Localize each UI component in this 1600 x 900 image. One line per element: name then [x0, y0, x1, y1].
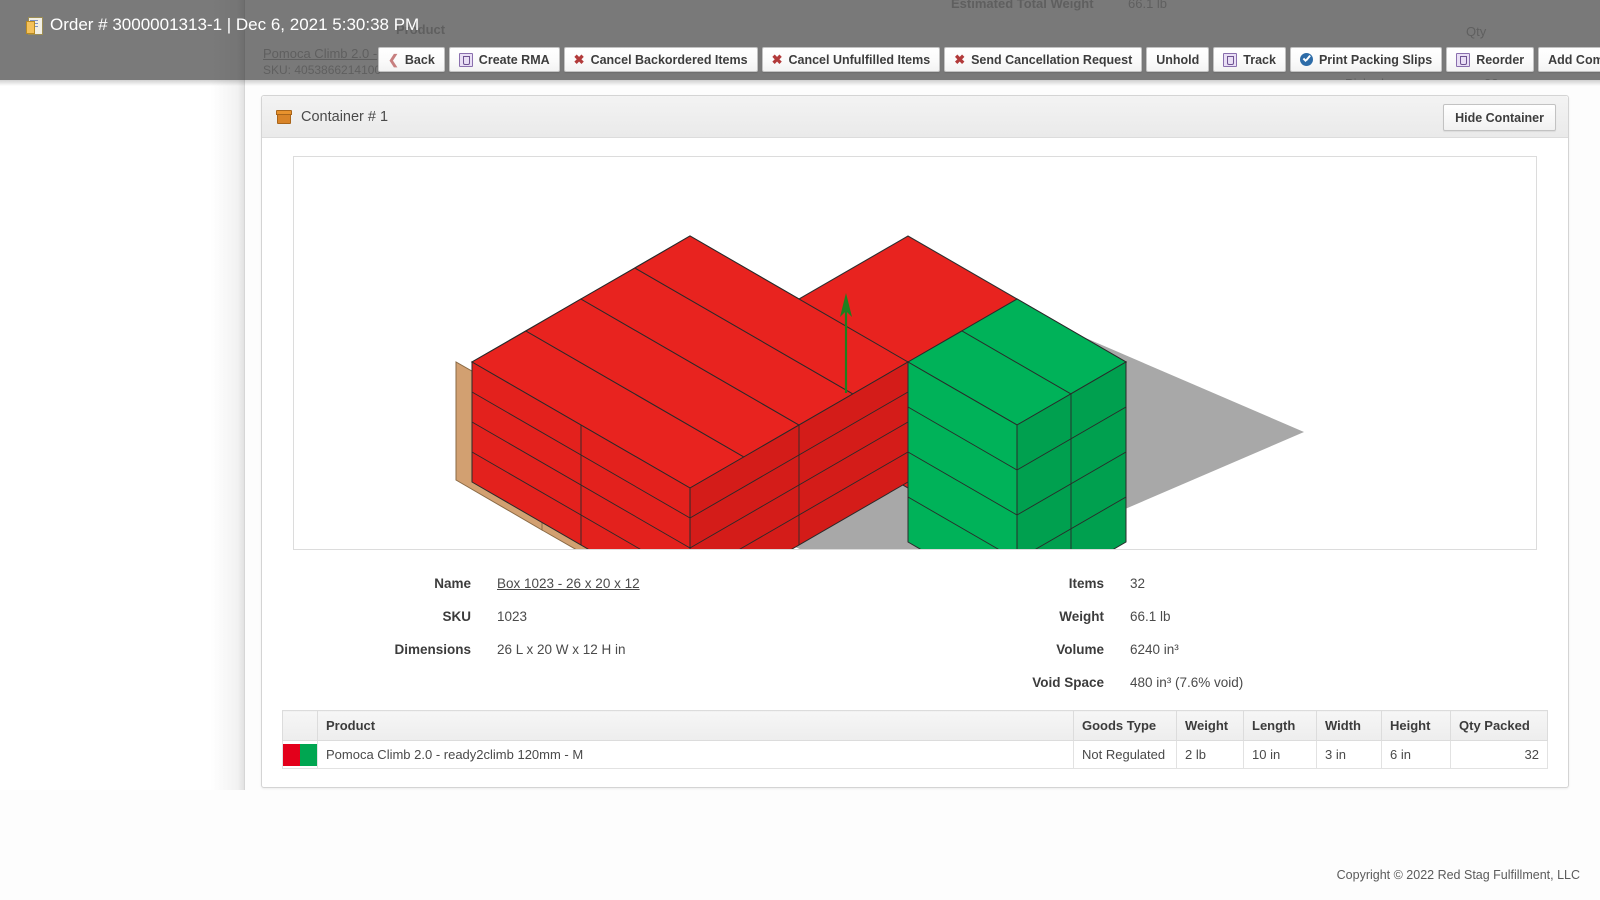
detail-label-weight: Weight	[1059, 609, 1104, 624]
send-cancellation-request-button[interactable]: ✖ Send Cancellation Request	[944, 47, 1143, 72]
check-circle-icon	[1299, 53, 1313, 66]
create-rma-button-label: Create RMA	[478, 52, 550, 67]
th-goods-type: Goods Type	[1073, 710, 1177, 741]
rma-icon	[1223, 52, 1238, 67]
main-content: Container # 1 Hide Container Name Box 10…	[245, 80, 1600, 790]
copyright-text: Copyright © 2022 Red Stag Fulfillment, L…	[1336, 868, 1580, 882]
detail-value-weight: 66.1 lb	[1130, 609, 1171, 624]
detail-value-name: Box 1023 - 26 x 20 x 12	[497, 576, 640, 591]
order-toolbar: ❮ Back Create RMA ✖ Cancel Backordered I…	[378, 47, 1600, 72]
reorder-button[interactable]: Reorder	[1446, 47, 1535, 72]
print-packing-slips-label: Print Packing Slips	[1318, 52, 1433, 67]
table-row[interactable]: Pomoca Climb 2.0 - ready2climb 120mm - M…	[282, 740, 1548, 769]
rma-icon	[458, 52, 473, 67]
th-length: Length	[1243, 710, 1317, 741]
back-button[interactable]: ❮ Back	[378, 47, 445, 72]
reorder-button-label: Reorder	[1476, 52, 1525, 67]
container-panel-header: Container # 1 Hide Container	[262, 96, 1568, 138]
hide-container-button-label: Hide Container	[1455, 110, 1544, 125]
cell-width: 3 in	[1316, 740, 1382, 769]
th-height: Height	[1381, 710, 1451, 741]
detail-row-sku: SKU 1023	[282, 609, 915, 624]
th-product: Product	[317, 710, 1074, 741]
row-color-swatch	[282, 740, 318, 769]
cell-goods-type: Not Regulated	[1073, 740, 1177, 769]
detail-label-items: Items	[1068, 576, 1104, 591]
detail-value-items: 32	[1130, 576, 1146, 591]
print-packing-slips-button[interactable]: Print Packing Slips	[1289, 47, 1443, 72]
detail-label-volume: Volume	[1056, 642, 1104, 657]
detail-row-volume: Volume 6240 in³	[915, 642, 1548, 657]
container-details-left: Name Box 1023 - 26 x 20 x 12 SKU 1023 Di…	[282, 576, 915, 690]
back-button-label: Back	[404, 52, 435, 67]
container-details-right: Items 32 Weight 66.1 lb Volume 6240 in³ …	[915, 576, 1548, 690]
box-name-link[interactable]: Box 1023 - 26 x 20 x 12	[497, 576, 640, 591]
send-cancellation-request-label: Send Cancellation Request	[971, 52, 1133, 67]
x-icon: ✖	[771, 52, 783, 67]
page-title: Order # 3000001313-1 | Dec 6, 2021 5:30:…	[26, 13, 419, 37]
th-weight: Weight	[1176, 710, 1244, 741]
cancel-backordered-items-label: Cancel Backordered Items	[590, 52, 748, 67]
swatch-green	[300, 743, 317, 766]
cell-weight: 2 lb	[1176, 740, 1244, 769]
detail-value-volume: 6240 in³	[1130, 642, 1179, 657]
x-icon: ✖	[573, 52, 585, 67]
x-icon: ✖	[954, 52, 966, 67]
document-icon	[26, 17, 43, 35]
detail-label-void-space: Void Space	[1032, 675, 1104, 690]
add-comment-button-label: Add Comment	[1548, 52, 1600, 67]
th-color	[282, 710, 318, 741]
table-header-row: Product Goods Type Weight Length Width H…	[282, 710, 1548, 741]
th-width: Width	[1316, 710, 1382, 741]
detail-value-void-space: 480 in³ (7.6% void)	[1130, 675, 1244, 690]
cancel-unfulfilled-items-label: Cancel Unfulfilled Items	[788, 52, 931, 67]
footer: Copyright © 2022 Red Stag Fulfillment, L…	[0, 868, 1580, 882]
detail-label-sku: SKU	[442, 609, 471, 624]
detail-row-items: Items 32	[915, 576, 1548, 591]
unhold-button[interactable]: Unhold	[1146, 47, 1210, 72]
create-rma-button[interactable]: Create RMA	[448, 47, 560, 72]
left-rail	[0, 0, 245, 790]
rma-icon	[1456, 52, 1471, 67]
chevron-left-icon: ❮	[388, 52, 399, 67]
container-panel-body: Name Box 1023 - 26 x 20 x 12 SKU 1023 Di…	[262, 138, 1568, 787]
detail-value-sku: 1023	[497, 609, 528, 624]
container-title: Container # 1	[301, 108, 389, 125]
packing-3d-svg	[455, 235, 1304, 549]
packed-products-table: Product Goods Type Weight Length Width H…	[282, 710, 1548, 769]
order-title-text: Order # 3000001313-1 | Dec 6, 2021 5:30:…	[50, 15, 420, 34]
swatch-red	[283, 743, 300, 766]
cancel-unfulfilled-items-button[interactable]: ✖ Cancel Unfulfilled Items	[761, 47, 941, 72]
detail-row-dimensions: Dimensions 26 L x 20 W x 12 H in	[282, 642, 915, 657]
detail-label-dimensions: Dimensions	[394, 642, 471, 657]
box-icon	[276, 109, 292, 124]
cell-product: Pomoca Climb 2.0 - ready2climb 120mm - M	[317, 740, 1074, 769]
cell-length: 10 in	[1243, 740, 1317, 769]
track-button-label: Track	[1243, 52, 1276, 67]
container-details: Name Box 1023 - 26 x 20 x 12 SKU 1023 Di…	[282, 576, 1548, 706]
unhold-button-label: Unhold	[1156, 52, 1200, 67]
cell-qty-packed: 32	[1450, 740, 1548, 769]
container-panel: Container # 1 Hide Container Name Box 10…	[261, 95, 1569, 788]
hide-container-button[interactable]: Hide Container	[1443, 104, 1556, 131]
detail-row-name: Name Box 1023 - 26 x 20 x 12	[282, 576, 915, 591]
detail-label-name: Name	[434, 576, 471, 591]
th-qty-packed: Qty Packed	[1450, 710, 1548, 741]
cell-height: 6 in	[1381, 740, 1451, 769]
cancel-backordered-items-button[interactable]: ✖ Cancel Backordered Items	[563, 47, 758, 72]
add-comment-button[interactable]: Add Comment	[1538, 47, 1600, 72]
detail-row-void-space: Void Space 480 in³ (7.6% void)	[915, 675, 1548, 690]
detail-row-weight: Weight 66.1 lb	[915, 609, 1548, 624]
detail-value-dimensions: 26 L x 20 W x 12 H in	[497, 642, 626, 657]
packing-3d-viewport[interactable]	[293, 156, 1537, 550]
track-button[interactable]: Track	[1213, 47, 1286, 72]
